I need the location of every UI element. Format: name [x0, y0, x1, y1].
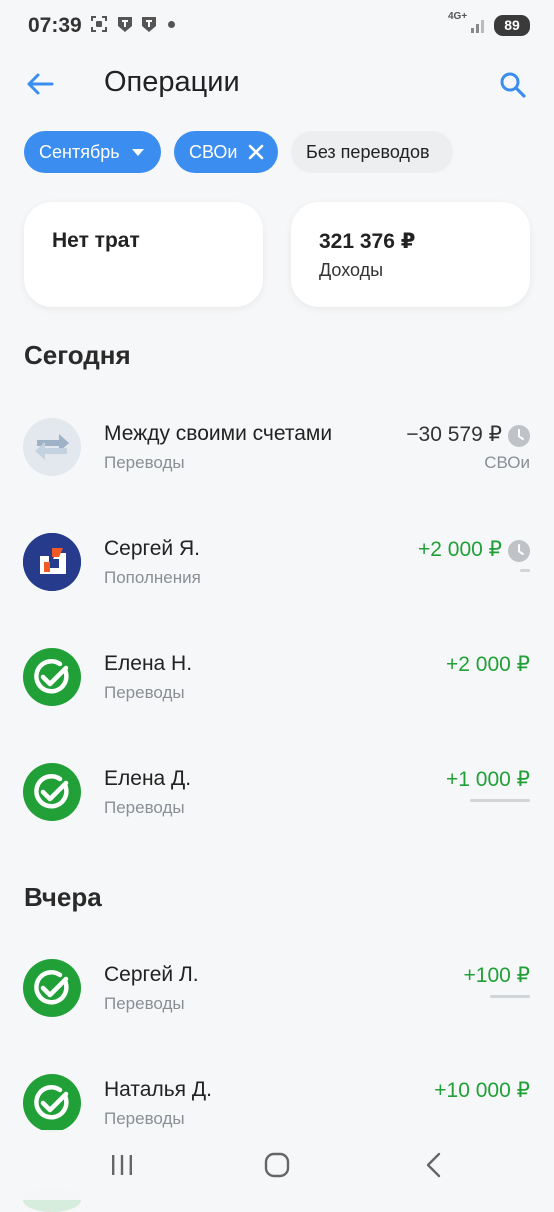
- sber-check-icon: [23, 648, 81, 706]
- page-title: Операции: [104, 66, 240, 98]
- more-notifications-dot: [168, 21, 175, 28]
- recent-apps-button[interactable]: [106, 1150, 138, 1180]
- transaction-name: Елена Д.: [104, 767, 192, 790]
- search-button[interactable]: [496, 68, 530, 102]
- transaction-category: Переводы: [104, 1109, 185, 1128]
- home-button[interactable]: [262, 1150, 292, 1180]
- battery-level: 89: [494, 15, 530, 36]
- transaction-name: Сергей Л.: [104, 963, 199, 986]
- expenses-card[interactable]: Нет трат: [24, 202, 263, 307]
- transaction-amount: +1 000 ₽: [445, 768, 530, 791]
- transaction-amount: +2 000 ₽: [445, 653, 530, 676]
- month-filter-chip[interactable]: Сентябрь: [24, 131, 161, 173]
- back-nav-icon: [426, 1152, 441, 1178]
- chevron-down-icon: [131, 148, 144, 156]
- transaction-category: Переводы: [104, 683, 185, 702]
- income-label: Доходы: [319, 260, 384, 280]
- transaction-amount: +2 000 ₽: [417, 538, 502, 561]
- screenshot-icon: [91, 16, 107, 32]
- bank-logo-icon: [23, 533, 81, 591]
- sber-check-icon: [23, 1074, 81, 1132]
- transaction-row[interactable]: Елена Н. Переводы +2 000 ₽: [0, 648, 554, 728]
- transaction-category: Переводы: [104, 798, 185, 817]
- section-today: Сегодня: [24, 340, 131, 370]
- no-transfers-label: Без переводов: [306, 141, 430, 162]
- redacted-text: [490, 995, 530, 998]
- redacted-text: [470, 799, 530, 802]
- transfer-icon: [23, 418, 81, 476]
- transaction-name: Сергей Я.: [104, 537, 200, 560]
- transaction-row[interactable]: Елена Д. Переводы +1 000 ₽: [0, 763, 554, 843]
- status-bar: 07:39 4G+ 89: [0, 0, 554, 52]
- transaction-category: Переводы: [104, 453, 185, 472]
- close-icon[interactable]: [248, 144, 264, 160]
- transaction-name: Между своими счетами: [104, 422, 333, 445]
- back-button[interactable]: [24, 68, 56, 100]
- back-nav-button[interactable]: [418, 1150, 448, 1180]
- system-navigation-bar: [0, 1130, 554, 1200]
- clock-icon: [508, 540, 530, 562]
- account-filter-chip[interactable]: СВОи: [174, 131, 278, 173]
- redacted-text: [520, 569, 530, 572]
- transaction-category: Переводы: [104, 994, 185, 1013]
- no-transfers-chip[interactable]: Без переводов: [291, 131, 453, 173]
- transaction-row[interactable]: Между своими счетами Переводы −30 579 ₽ …: [0, 418, 554, 498]
- sber-check-icon: [23, 959, 81, 1017]
- income-amount: 321 376 ₽: [319, 230, 416, 253]
- section-yesterday: Вчера: [24, 882, 102, 912]
- transaction-row[interactable]: Сергей Л. Переводы +100 ₽: [0, 959, 554, 1039]
- transaction-amount: −30 579 ₽: [406, 423, 502, 446]
- sber-check-icon: [23, 763, 81, 821]
- network-type: 4G+: [448, 11, 468, 22]
- notification-icon: [118, 17, 132, 32]
- month-filter-label: Сентябрь: [39, 141, 120, 162]
- transaction-category: Пополнения: [104, 568, 201, 587]
- transaction-amount: +100 ₽: [463, 964, 531, 987]
- transaction-name: Елена Н.: [104, 652, 193, 675]
- arrow-left-icon: [27, 73, 54, 95]
- recent-apps-icon: [112, 1155, 132, 1175]
- home-icon: [264, 1152, 290, 1178]
- notification-icon: [142, 17, 156, 32]
- transaction-name: Наталья Д.: [104, 1078, 212, 1101]
- transaction-amount: +10 000 ₽: [434, 1079, 530, 1102]
- income-card[interactable]: 321 376 ₽ Доходы: [291, 202, 530, 307]
- status-time: 07:39: [28, 14, 82, 37]
- transaction-account: СВОи: [484, 453, 530, 472]
- account-filter-label: СВОи: [189, 141, 238, 162]
- clock-icon: [508, 425, 530, 447]
- search-icon: [500, 72, 526, 98]
- signal-icon: [471, 20, 484, 33]
- transaction-row[interactable]: Сергей Я. Пополнения +2 000 ₽: [0, 533, 554, 613]
- expenses-label: Нет трат: [52, 229, 140, 252]
